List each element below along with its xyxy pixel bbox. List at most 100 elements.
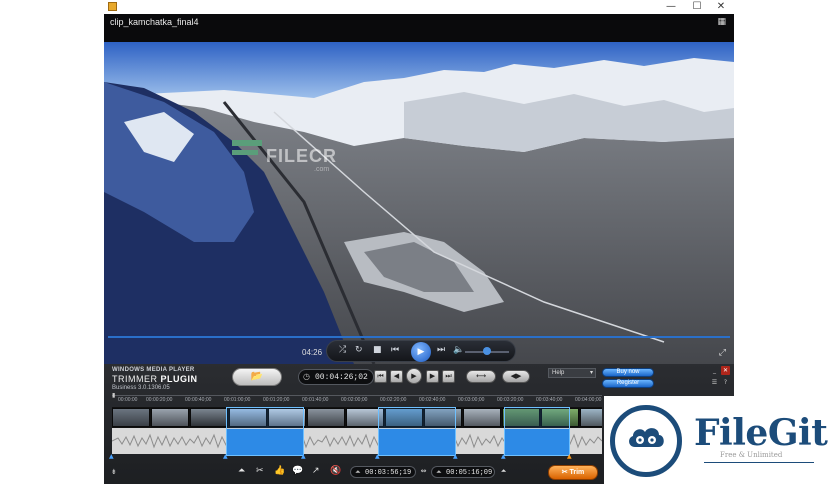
plugin-play-button[interactable]: ▶ <box>406 368 422 384</box>
go-to-end-button[interactable]: ⏭ <box>442 370 455 383</box>
seek-bar[interactable] <box>108 336 730 338</box>
buy-now-button[interactable]: Buy now <box>602 368 654 377</box>
video-area[interactable]: clip_kamchatka_final4 ▦ FILECR .com 04:2… <box>104 14 734 364</box>
ruler-label: 00:00:00 <box>118 397 138 403</box>
open-file-button[interactable]: 📂 <box>232 368 282 386</box>
selection-end: 00:05:16;09 <box>446 469 493 477</box>
volume-knob[interactable] <box>483 347 491 355</box>
thumbnail <box>580 408 602 427</box>
brand-title-bold: PLUGIN <box>160 374 198 384</box>
chevron-down-icon: ▾ <box>589 369 593 376</box>
segment-marker-icon[interactable]: ▲ <box>501 453 507 460</box>
segment-marker-icon[interactable]: ▲ <box>109 453 115 460</box>
app-window: — ☐ ✕ clip_kamchatka_final4 ▦ FILECR .co… <box>0 0 836 484</box>
ruler-label: 00:01:00;00 <box>224 397 251 403</box>
panel-info-icon[interactable]: ? <box>721 378 730 387</box>
thumbs-up-icon[interactable]: 👍 <box>274 466 285 476</box>
scissors-icon: ✂ <box>561 469 570 476</box>
segment-marker-icon[interactable]: ▲ <box>223 453 229 460</box>
selection-end-icon: ⏶ <box>436 468 442 476</box>
trim-button[interactable]: ✂ Trim <box>548 465 598 480</box>
layout-icon[interactable]: ▦ <box>717 17 726 27</box>
playback-controls: ⤮ ↻ ■ ⏮ ▶ ⏭ 🔈 <box>326 340 516 362</box>
thumbnail <box>307 408 345 427</box>
thumbnail <box>112 408 150 427</box>
step-forward-button[interactable]: ▶ <box>426 370 439 383</box>
fullscreen-icon[interactable]: ⤢ <box>719 348 726 358</box>
segment-marker-icon[interactable]: ▲ <box>375 453 381 460</box>
filegit-badge: FileGit Free & Unlimited <box>604 396 836 484</box>
ruler-start-marker: ▮ <box>112 392 116 399</box>
filegit-tagline: Free & Unlimited <box>720 451 783 459</box>
play-button[interactable]: ▶ <box>411 342 431 362</box>
thumbnail <box>190 408 228 427</box>
panel-close-icon[interactable]: ✕ <box>721 366 730 375</box>
folder-icon: 📂 <box>250 371 264 382</box>
help-label: Help <box>552 370 565 376</box>
app-icon <box>108 2 117 11</box>
ruler-label: 00:00:20;00 <box>146 397 173 403</box>
ruler-label: 00:04:00;00 <box>575 397 602 403</box>
trim-segment[interactable] <box>378 407 456 456</box>
go-to-start-button[interactable]: ⏮ <box>374 370 387 383</box>
help-dropdown[interactable]: Help ▾ <box>548 368 596 378</box>
brand-title: TRIMMER PLUGIN <box>112 374 198 384</box>
repeat-icon[interactable]: ↻ <box>355 345 363 355</box>
clock-icon: ◷ <box>303 372 310 381</box>
segment-waveform <box>379 429 455 455</box>
current-time: 00:04:26;02 <box>315 373 368 382</box>
ruler-label: 00:01:20;00 <box>263 397 290 403</box>
maximize-button[interactable]: ☐ <box>684 0 710 14</box>
version-label: Business 3.0.1306.05 <box>112 385 170 391</box>
thumbnail <box>463 408 501 427</box>
speed-button[interactable]: ◀▶ <box>502 370 530 383</box>
elapsed-time: 04:26 <box>302 348 323 357</box>
cut-icon[interactable]: ✂ <box>256 466 264 476</box>
step-back-button[interactable]: ◀ <box>390 370 403 383</box>
segment-waveform <box>227 429 303 455</box>
expand-icon[interactable]: ⇟ <box>111 468 117 476</box>
export-icon[interactable]: ↗ <box>312 466 320 476</box>
close-button[interactable]: ✕ <box>708 0 734 14</box>
timeline-ruler[interactable]: ▮ 00:00:00 00:00:20;00 00:00:40;00 00:01… <box>112 392 602 405</box>
playhead-marker-icon[interactable]: ▲ <box>567 453 573 460</box>
comment-icon[interactable]: 💬 <box>292 466 303 476</box>
stop-icon[interactable]: ■ <box>373 345 382 355</box>
shuffle-icon[interactable]: ⤮ <box>339 345 346 355</box>
marker-up-icon[interactable]: ⏶ <box>238 466 245 476</box>
segment-marker-icon[interactable]: ▲ <box>301 453 307 460</box>
panel-minimize-icon[interactable]: _ <box>710 366 719 375</box>
volume-icon[interactable]: 🔈 <box>453 345 464 355</box>
current-time-display: ◷ 00:04:26;02 <box>298 369 374 385</box>
clip-title: clip_kamchatka_final4 <box>110 17 199 27</box>
os-titlebar <box>104 0 734 14</box>
selection-start-display[interactable]: ⏶ 00:03:56;19 <box>350 466 416 478</box>
cloud-icon <box>629 428 664 447</box>
next-icon[interactable]: ⏭ <box>437 345 445 355</box>
segment-waveform <box>505 429 569 455</box>
watermark: FILECR <box>266 146 337 166</box>
selection-start: 00:03:56;19 <box>365 469 412 477</box>
loop-button[interactable]: ⟷ <box>466 370 496 383</box>
ruler-label: 00:03:20;00 <box>497 397 524 403</box>
previous-icon[interactable]: ⏮ <box>391 345 399 355</box>
selection-start-icon: ⏶ <box>355 468 361 476</box>
ruler-label: 00:02:20;00 <box>380 397 407 403</box>
trim-segment[interactable] <box>504 407 570 456</box>
mute-icon[interactable]: 🔇 <box>330 466 341 476</box>
set-end-icon[interactable]: ⏶ <box>498 467 509 477</box>
trim-segment[interactable] <box>226 407 304 456</box>
ruler-label: 00:03:00;00 <box>458 397 485 403</box>
selection-end-display[interactable]: ⏶ 00:05:16;09 <box>431 466 495 478</box>
watermark-sub: .com <box>314 166 330 173</box>
swap-icon[interactable]: ⇔ <box>418 467 429 477</box>
video-frame <box>104 42 734 364</box>
panel-settings-icon[interactable]: ☰ <box>710 378 719 387</box>
filegit-name: FileGit <box>694 412 828 454</box>
tool-strip: ⏶ ✂ 👍 💬 ↗ 🔇 <box>234 464 344 480</box>
minimize-button[interactable]: — <box>658 0 684 14</box>
segment-marker-icon[interactable]: ▲ <box>453 453 459 460</box>
brand-title-prefix: TRIMMER <box>112 374 158 384</box>
register-button[interactable]: Register <box>602 379 654 388</box>
ruler-label: 00:02:00;00 <box>341 397 368 403</box>
